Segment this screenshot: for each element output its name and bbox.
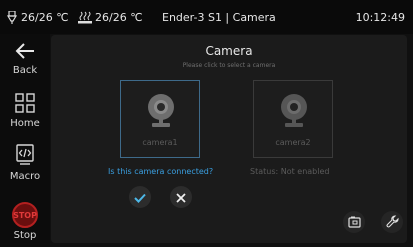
clock: 10:12:49 [355,11,405,24]
camera-screen: 26/26 ℃ 26/26 ℃ Ender-3 S1 | Camera 10:1… [0,0,413,247]
bed-temp-value: 26/26 ℃ [95,11,143,24]
confirm-button[interactable] [129,186,151,208]
back-button[interactable]: Back [0,42,50,76]
camera-card-2-label: camera2 [275,138,311,147]
nozzle-icon [6,11,18,24]
check-icon [134,188,146,207]
wrench-icon [386,213,399,232]
page-subtitle: Please click to select a camera [182,62,276,69]
stop-icon: STOP [12,202,38,228]
camera-card-1-label: camera1 [142,138,178,147]
home-button[interactable]: Home [0,93,50,129]
stop-button[interactable]: STOP Stop [0,202,50,241]
nozzle-temp: 26/26 ℃ [6,11,69,24]
connection-question: Is this camera connected? [108,167,214,176]
back-label: Back [12,65,38,76]
x-icon [176,188,186,207]
camera-panel: Camera Please click to select a camera c… [51,35,407,243]
code-file-icon [15,144,35,169]
sidebar: Back Home Macro STOP Stop [0,34,50,247]
nozzle-temp-value: 26/26 ℃ [21,11,69,24]
snapshot-button[interactable] [343,211,365,233]
snapshot-icon [347,213,361,232]
arrow-left-icon [15,42,35,63]
macro-label: Macro [9,171,41,182]
status-bar: 26/26 ℃ 26/26 ℃ Ender-3 S1 | Camera 10:1… [0,0,413,34]
window-title: Ender-3 S1 | Camera [162,11,276,24]
heated-bed-icon [78,11,92,24]
page-title: Camera [205,44,253,58]
camera-card-1[interactable]: camera1 [120,80,200,158]
cancel-button[interactable] [170,186,192,208]
stop-label: Stop [13,230,37,241]
webcam-icon [146,93,176,129]
webcam-icon [279,93,309,129]
camera-card-2[interactable]: camera2 [253,80,333,158]
settings-button[interactable] [381,211,403,233]
bed-temp: 26/26 ℃ [78,11,143,24]
macro-button[interactable]: Macro [0,144,50,182]
grid-home-icon [15,93,35,116]
camera-status: Status: Not enabled [250,167,330,176]
home-label: Home [10,118,40,129]
